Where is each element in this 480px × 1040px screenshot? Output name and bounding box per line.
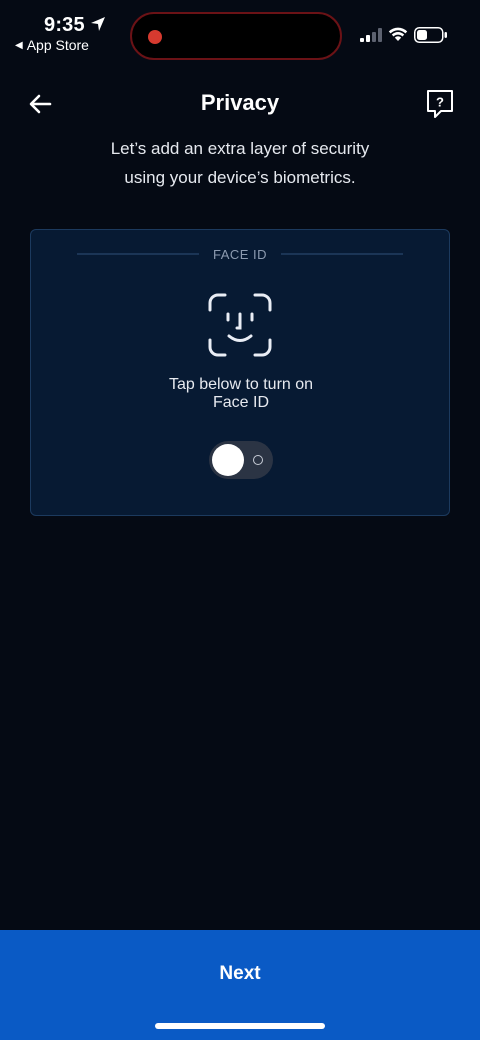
page-subtitle: Let’s add an extra layer of security usi… bbox=[60, 134, 420, 192]
toggle-knob bbox=[212, 444, 244, 476]
instruction-line-1: Tap below to turn on bbox=[168, 376, 314, 393]
cellular-signal-icon bbox=[360, 28, 382, 42]
divider-left bbox=[77, 253, 199, 255]
face-id-card: FACE ID Tap below to turn on Face ID bbox=[30, 229, 450, 516]
recording-dot-icon bbox=[148, 30, 162, 44]
next-button-label: Next bbox=[219, 963, 261, 984]
status-bar: 9:35 ◀ App Store bbox=[0, 0, 480, 70]
wifi-icon bbox=[388, 27, 408, 41]
card-label: FACE ID bbox=[212, 246, 268, 262]
back-app-label: App Store bbox=[26, 37, 89, 53]
face-id-instruction: Tap below to turn on Face ID bbox=[91, 376, 391, 412]
status-time: 9:35 bbox=[44, 14, 85, 36]
back-triangle-icon: ◀ bbox=[15, 39, 23, 51]
divider-right bbox=[281, 253, 404, 255]
home-indicator[interactable] bbox=[155, 1023, 325, 1029]
screen: 9:35 ◀ App Store Privacy ? Let’s add an … bbox=[0, 0, 480, 1040]
help-bubble-icon[interactable]: ? bbox=[424, 88, 456, 120]
help-glyph: ? bbox=[436, 95, 444, 110]
face-id-toggle[interactable] bbox=[209, 441, 273, 479]
card-label-row: FACE ID bbox=[77, 244, 404, 264]
subtitle-line-2: using your device’s biometrics. bbox=[124, 168, 356, 187]
subtitle-line-1: Let’s add an extra layer of security bbox=[110, 139, 370, 158]
battery-icon bbox=[414, 27, 447, 43]
location-arrow-icon bbox=[91, 17, 105, 31]
dynamic-island bbox=[130, 12, 342, 60]
page-title: Privacy bbox=[200, 90, 280, 115]
back-to-app-store[interactable]: ◀ App Store bbox=[15, 37, 89, 53]
instruction-line-2: Face ID bbox=[212, 394, 269, 411]
header: Privacy ? bbox=[0, 82, 480, 126]
face-id-icon bbox=[208, 293, 272, 357]
toggle-off-indicator-icon bbox=[253, 455, 263, 465]
